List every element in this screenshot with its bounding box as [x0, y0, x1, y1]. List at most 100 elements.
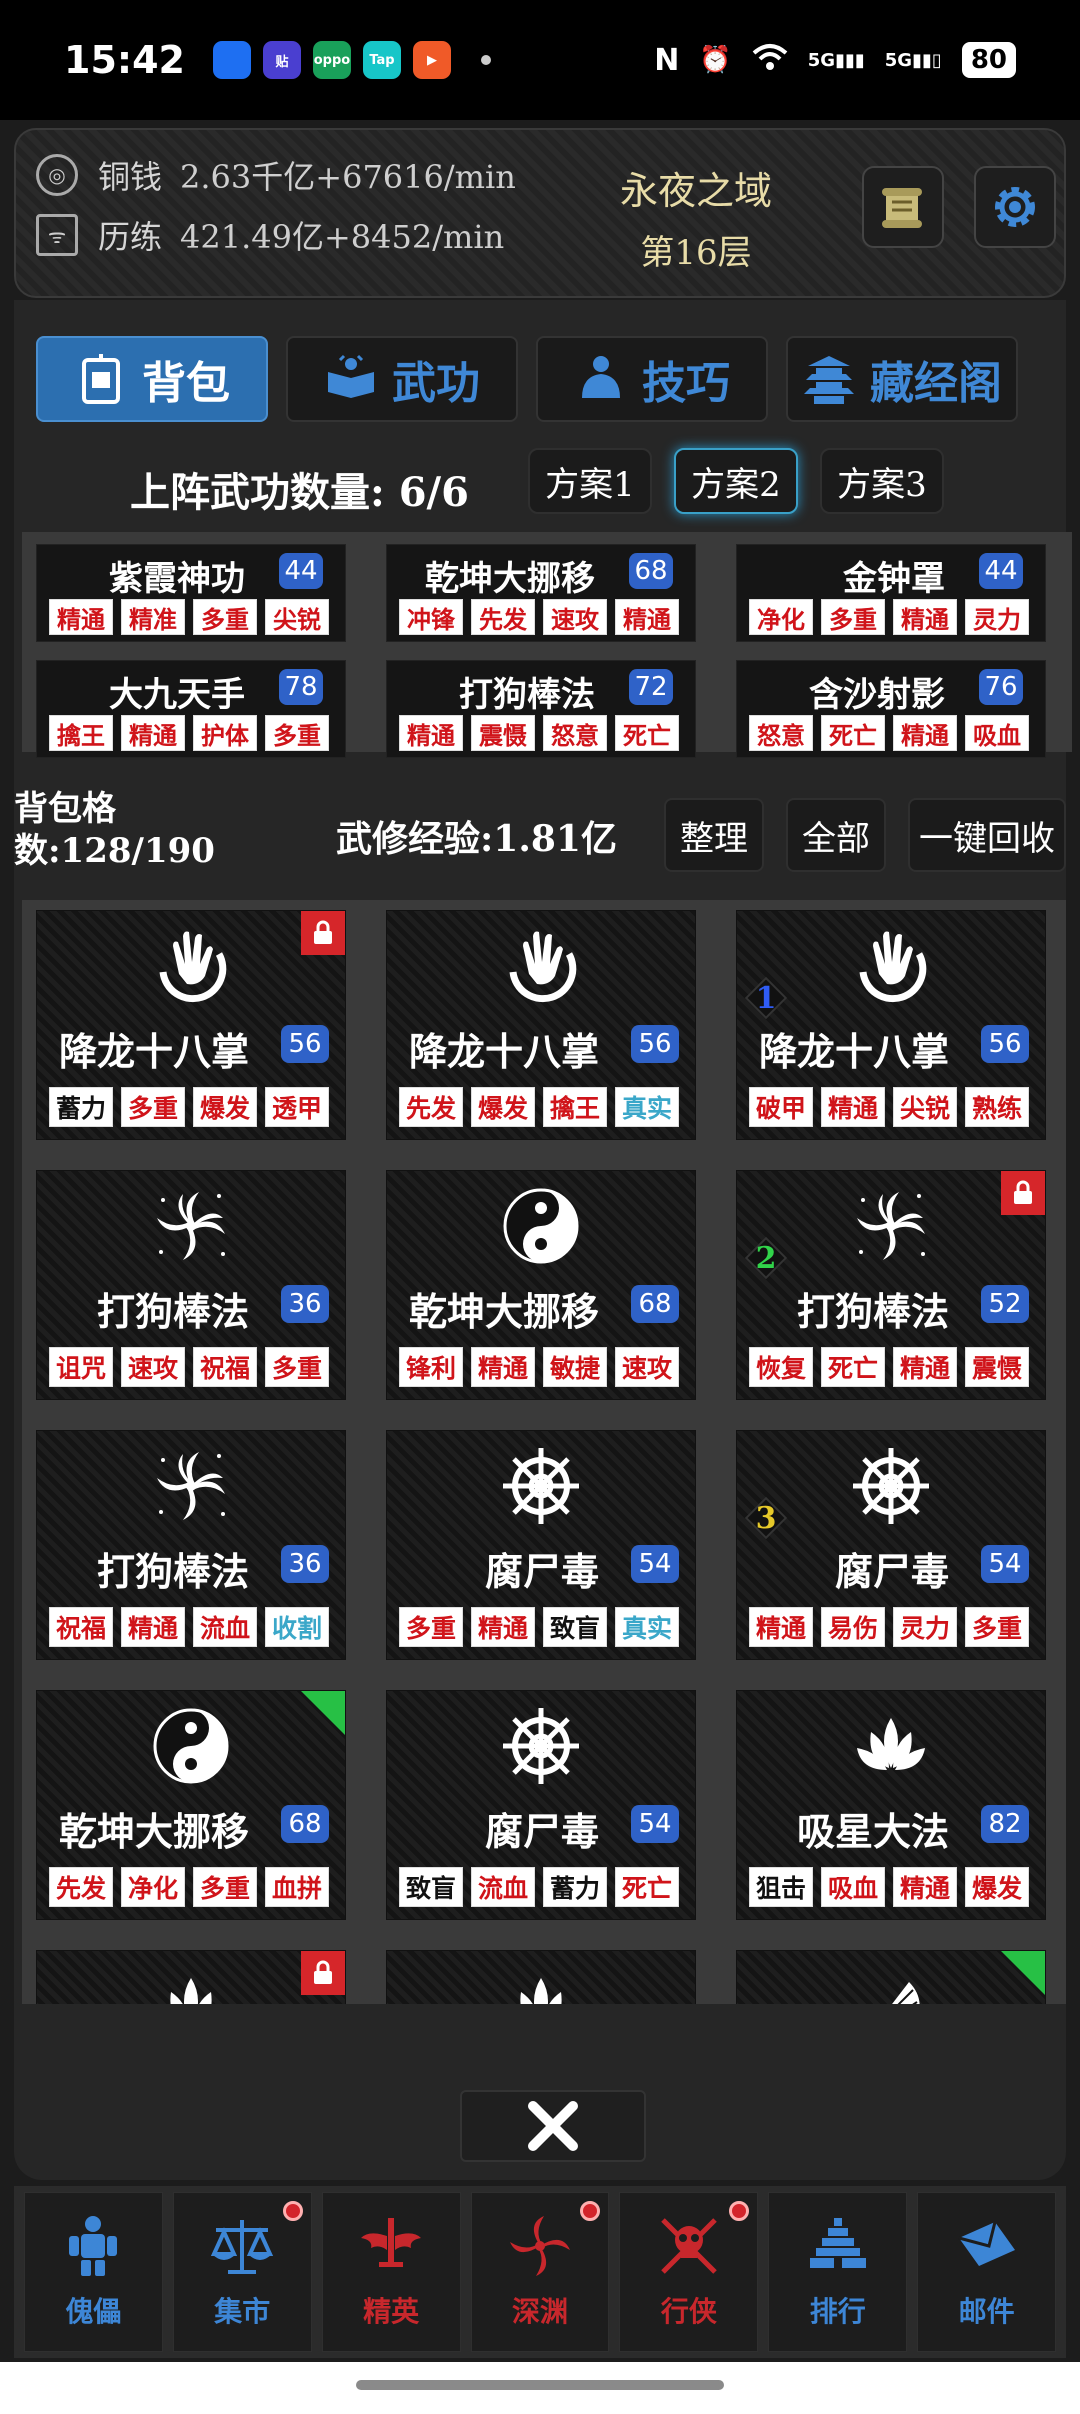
equipped-skill[interactable]: 打狗棒法 72 精通 震慑 怒意 死亡: [386, 660, 696, 758]
item-level: 56: [631, 1025, 679, 1063]
pyramid-icon: [806, 2214, 870, 2282]
nav-pyramid[interactable]: 排行: [768, 2192, 908, 2352]
skill-name: 金钟罩: [843, 559, 945, 599]
trait-tag: 爆发: [193, 1087, 257, 1127]
trait-tag: 恢复: [749, 1347, 813, 1387]
plan-button-1[interactable]: 方案1: [528, 448, 652, 514]
item-tags: 诅咒 速攻 祝福 多重: [49, 1347, 329, 1387]
bag-slot-count: 背包格数:128/190: [14, 789, 215, 871]
equipped-skill[interactable]: 乾坤大挪移 68 冲锋 先发 速攻 精通: [386, 544, 696, 642]
item-card[interactable]: [386, 1950, 696, 2004]
trait-tag: 精通: [399, 715, 463, 751]
item-card[interactable]: 乾坤大挪移 68 锋利 精通 敏捷 速攻: [386, 1170, 696, 1400]
vortex-icon: [146, 1181, 236, 1271]
item-level: 68: [631, 1285, 679, 1323]
trait-tag: 祝福: [193, 1347, 257, 1387]
equipped-skill[interactable]: 含沙射影 76 怒意 死亡 精通 吸血: [736, 660, 1046, 758]
item-card[interactable]: 乾坤大挪移 68 先发 净化 多重 血拼: [36, 1690, 346, 1920]
trait-tag: 爆发: [471, 1087, 535, 1127]
item-level: 68: [281, 1805, 329, 1843]
item-level: 54: [631, 1545, 679, 1583]
copper-label: 铜钱: [98, 158, 163, 196]
experience-label: 历练: [98, 218, 163, 256]
tab-3[interactable]: 藏经阁: [786, 336, 1018, 422]
trait-tag: 擒王: [543, 1087, 607, 1127]
lock-icon[interactable]: [1001, 1171, 1045, 1215]
trait-tag: 吸血: [965, 715, 1029, 751]
item-level: 54: [981, 1545, 1029, 1583]
equipped-skills: 紫霞神功 44 精通 精准 多重 尖锐 乾坤大挪移 68 冲锋 先发 速攻 精通 金钟罩 44 净化 多重 精通…: [22, 532, 1072, 758]
skill-name: 乾坤大挪移: [425, 559, 595, 599]
palm-icon: [496, 921, 586, 1011]
tab-1[interactable]: 武功: [286, 336, 518, 422]
trait-tag: 流血: [471, 1867, 535, 1907]
item-card[interactable]: 腐尸毒 54 精通 易伤 灵力 多重 3: [736, 1430, 1046, 1660]
nav-label: 邮件: [958, 2295, 1015, 2328]
skill-tags: 精通 精准 多重 尖锐: [49, 599, 329, 635]
item-card[interactable]: [736, 1950, 1046, 2004]
slot-number-badge: 3: [744, 1496, 788, 1540]
item-name: 腐尸毒: [484, 1809, 599, 1854]
lock-icon[interactable]: [301, 911, 345, 955]
nav-label: 集市: [214, 2295, 271, 2328]
item-card[interactable]: 降龙十八掌 56 先发 爆发 擒王 真实: [386, 910, 696, 1140]
nav-abyss-vortex[interactable]: 深渊: [470, 2192, 610, 2352]
trait-tag: 死亡: [615, 1867, 679, 1907]
plan-button-2[interactable]: 方案2: [674, 448, 798, 514]
nav-winged-sword[interactable]: 精英: [321, 2192, 461, 2352]
slot-number-badge: 1: [744, 976, 788, 1020]
equipped-skill[interactable]: 紫霞神功 44 精通 精准 多重 尖锐: [36, 544, 346, 642]
item-card[interactable]: [36, 1950, 346, 2004]
lock-icon[interactable]: [301, 1951, 345, 1995]
item-card[interactable]: 吸星大法 82 狙击 吸血 精通 爆发: [736, 1690, 1046, 1920]
trait-tag: 精通: [471, 1607, 535, 1647]
tab-0[interactable]: 背包: [36, 336, 268, 422]
sort-button[interactable]: 整理: [664, 798, 764, 872]
more-notifications-dot: [480, 55, 491, 65]
item-card[interactable]: 打狗棒法 36 祝福 精通 流血 收割: [36, 1430, 346, 1660]
nav-puppet[interactable]: 傀儡: [24, 2192, 163, 2352]
book-icon: [324, 352, 378, 406]
trait-tag: 冲锋: [399, 599, 463, 635]
abyss-vortex-icon: [508, 2214, 572, 2282]
item-card[interactable]: 腐尸毒 54 致盲 流血 蓄力 死亡: [386, 1690, 696, 1920]
item-card[interactable]: 降龙十八掌 56 蓄力 多重 爆发 透甲: [36, 910, 346, 1140]
trait-tag: 震慑: [471, 715, 535, 751]
item-card[interactable]: 降龙十八掌 56 破甲 精通 尖锐 熟练 1: [736, 910, 1046, 1140]
winged-sword-icon: [359, 2214, 423, 2282]
trait-tag: 先发: [471, 599, 535, 635]
skill-name: 大九天手: [109, 675, 245, 715]
all-filter-button[interactable]: 全部: [786, 798, 886, 872]
equipped-skill[interactable]: 大九天手 78 擒王 精通 护体 多重: [36, 660, 346, 758]
tieba-app-icon: 贴: [262, 41, 301, 79]
nav-scale[interactable]: 集市: [172, 2192, 312, 2352]
item-tags: 蓄力 多重 爆发 透甲: [49, 1087, 329, 1127]
settings-button[interactable]: [974, 166, 1056, 248]
nav-mail[interactable]: 邮件: [917, 2192, 1057, 2352]
recycle-all-button[interactable]: 一键回收: [908, 798, 1066, 872]
bag-header: 背包格数:128/190 武修经验:1.81亿 整理 全部 一键回收: [14, 782, 1066, 892]
plan-button-3[interactable]: 方案3: [820, 448, 944, 514]
skull-swords-icon: [657, 2214, 721, 2282]
mail-icon: [955, 2214, 1019, 2282]
yinyang-icon: [496, 1181, 586, 1271]
trait-tag: 敏捷: [543, 1347, 607, 1387]
home-indicator[interactable]: [356, 2380, 724, 2390]
nav-skull-swords[interactable]: 行侠: [619, 2192, 759, 2352]
copper-value: 2.63千亿+67616/min: [180, 158, 516, 196]
skill-level: 68: [629, 553, 673, 589]
close-button[interactable]: [460, 2090, 646, 2162]
item-card[interactable]: 腐尸毒 54 多重 精通 致盲 真实: [386, 1430, 696, 1660]
new-corner-marker: [1001, 1951, 1045, 1995]
scroll-button[interactable]: [862, 166, 944, 248]
martial-exp: 武修经验:1.81亿: [336, 818, 617, 860]
item-card[interactable]: 打狗棒法 36 诅咒 速攻 祝福 多重: [36, 1170, 346, 1400]
realm-name: 永夜之域: [619, 169, 772, 213]
tab-2[interactable]: 技巧: [536, 336, 768, 422]
item-card[interactable]: 打狗棒法 52 恢复 死亡 精通 震慑 2: [736, 1170, 1046, 1400]
equipped-skill[interactable]: 金钟罩 44 净化 多重 精通 灵力: [736, 544, 1046, 642]
trait-tag: 蓄力: [543, 1867, 607, 1907]
bag-items[interactable]: 降龙十八掌 56 蓄力 多重 爆发 透甲 降龙十八掌 56 先发 爆发 擒王 真实 降龙十八掌 56 破甲精…: [22, 900, 1066, 2004]
trait-tag: 多重: [965, 1607, 1029, 1647]
realm-title[interactable]: 永夜之域 第16层: [556, 160, 836, 274]
